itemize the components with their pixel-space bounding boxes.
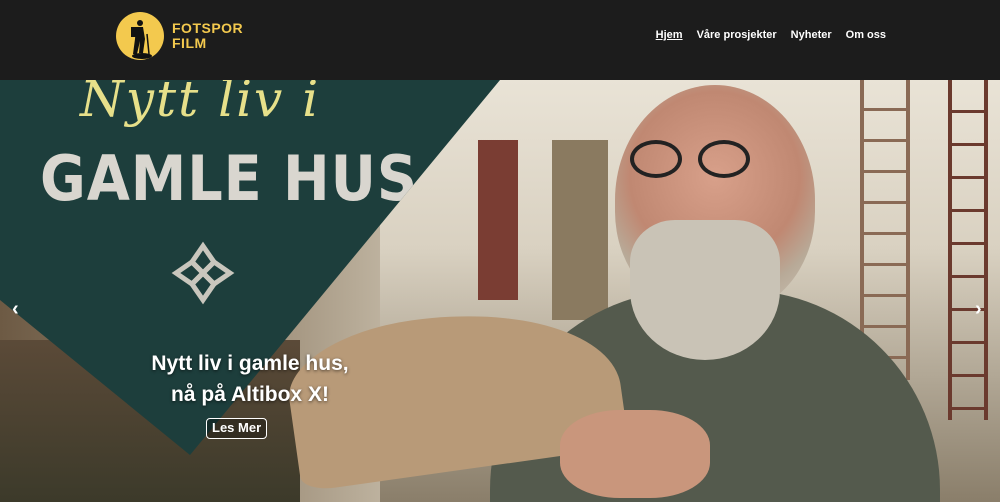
logo-text-line2: FILM — [172, 35, 207, 51]
nav-hjem[interactable]: Hjem — [656, 29, 683, 41]
ladder — [948, 80, 988, 420]
hero-image-glasses — [630, 140, 780, 180]
hero-caption-line2: nå på Altibox X! — [171, 383, 329, 406]
logo-text-line1: FOTSPOR — [172, 20, 244, 36]
poster-title: GAMLE HUS — [40, 142, 418, 215]
poster-script-title: Nytt liv i — [80, 80, 321, 128]
door — [552, 140, 608, 320]
hero-image-beard — [630, 220, 780, 360]
main-nav: Hjem Våre prosjekter Nyheter Om oss — [656, 29, 886, 41]
logo[interactable]: FOTSPOR FILM — [116, 12, 243, 60]
hero-caption-line1: Nytt liv i gamle hus, — [151, 352, 349, 375]
door — [478, 140, 518, 300]
chevron-right-icon[interactable]: › — [975, 298, 982, 321]
site-header: FOTSPOR FILM Hjem Våre prosjekter Nyhete… — [0, 0, 1000, 80]
flower-ornament-icon — [171, 241, 235, 305]
chevron-left-icon[interactable]: ‹ — [12, 298, 19, 321]
nav-om-oss[interactable]: Om oss — [846, 29, 886, 41]
read-more-button[interactable]: Les Mer — [206, 418, 268, 439]
nav-vare-prosjekter[interactable]: Våre prosjekter — [697, 29, 777, 41]
hero-caption: Nytt liv i gamle hus, nå på Altibox X! — [110, 348, 390, 410]
hero-image-hand — [560, 410, 710, 498]
hiker-logo-icon — [116, 12, 164, 60]
nav-nyheter[interactable]: Nyheter — [791, 29, 832, 41]
hero-slider: Nytt liv i GAMLE HUS Nytt liv i gamle hu… — [0, 80, 1000, 502]
